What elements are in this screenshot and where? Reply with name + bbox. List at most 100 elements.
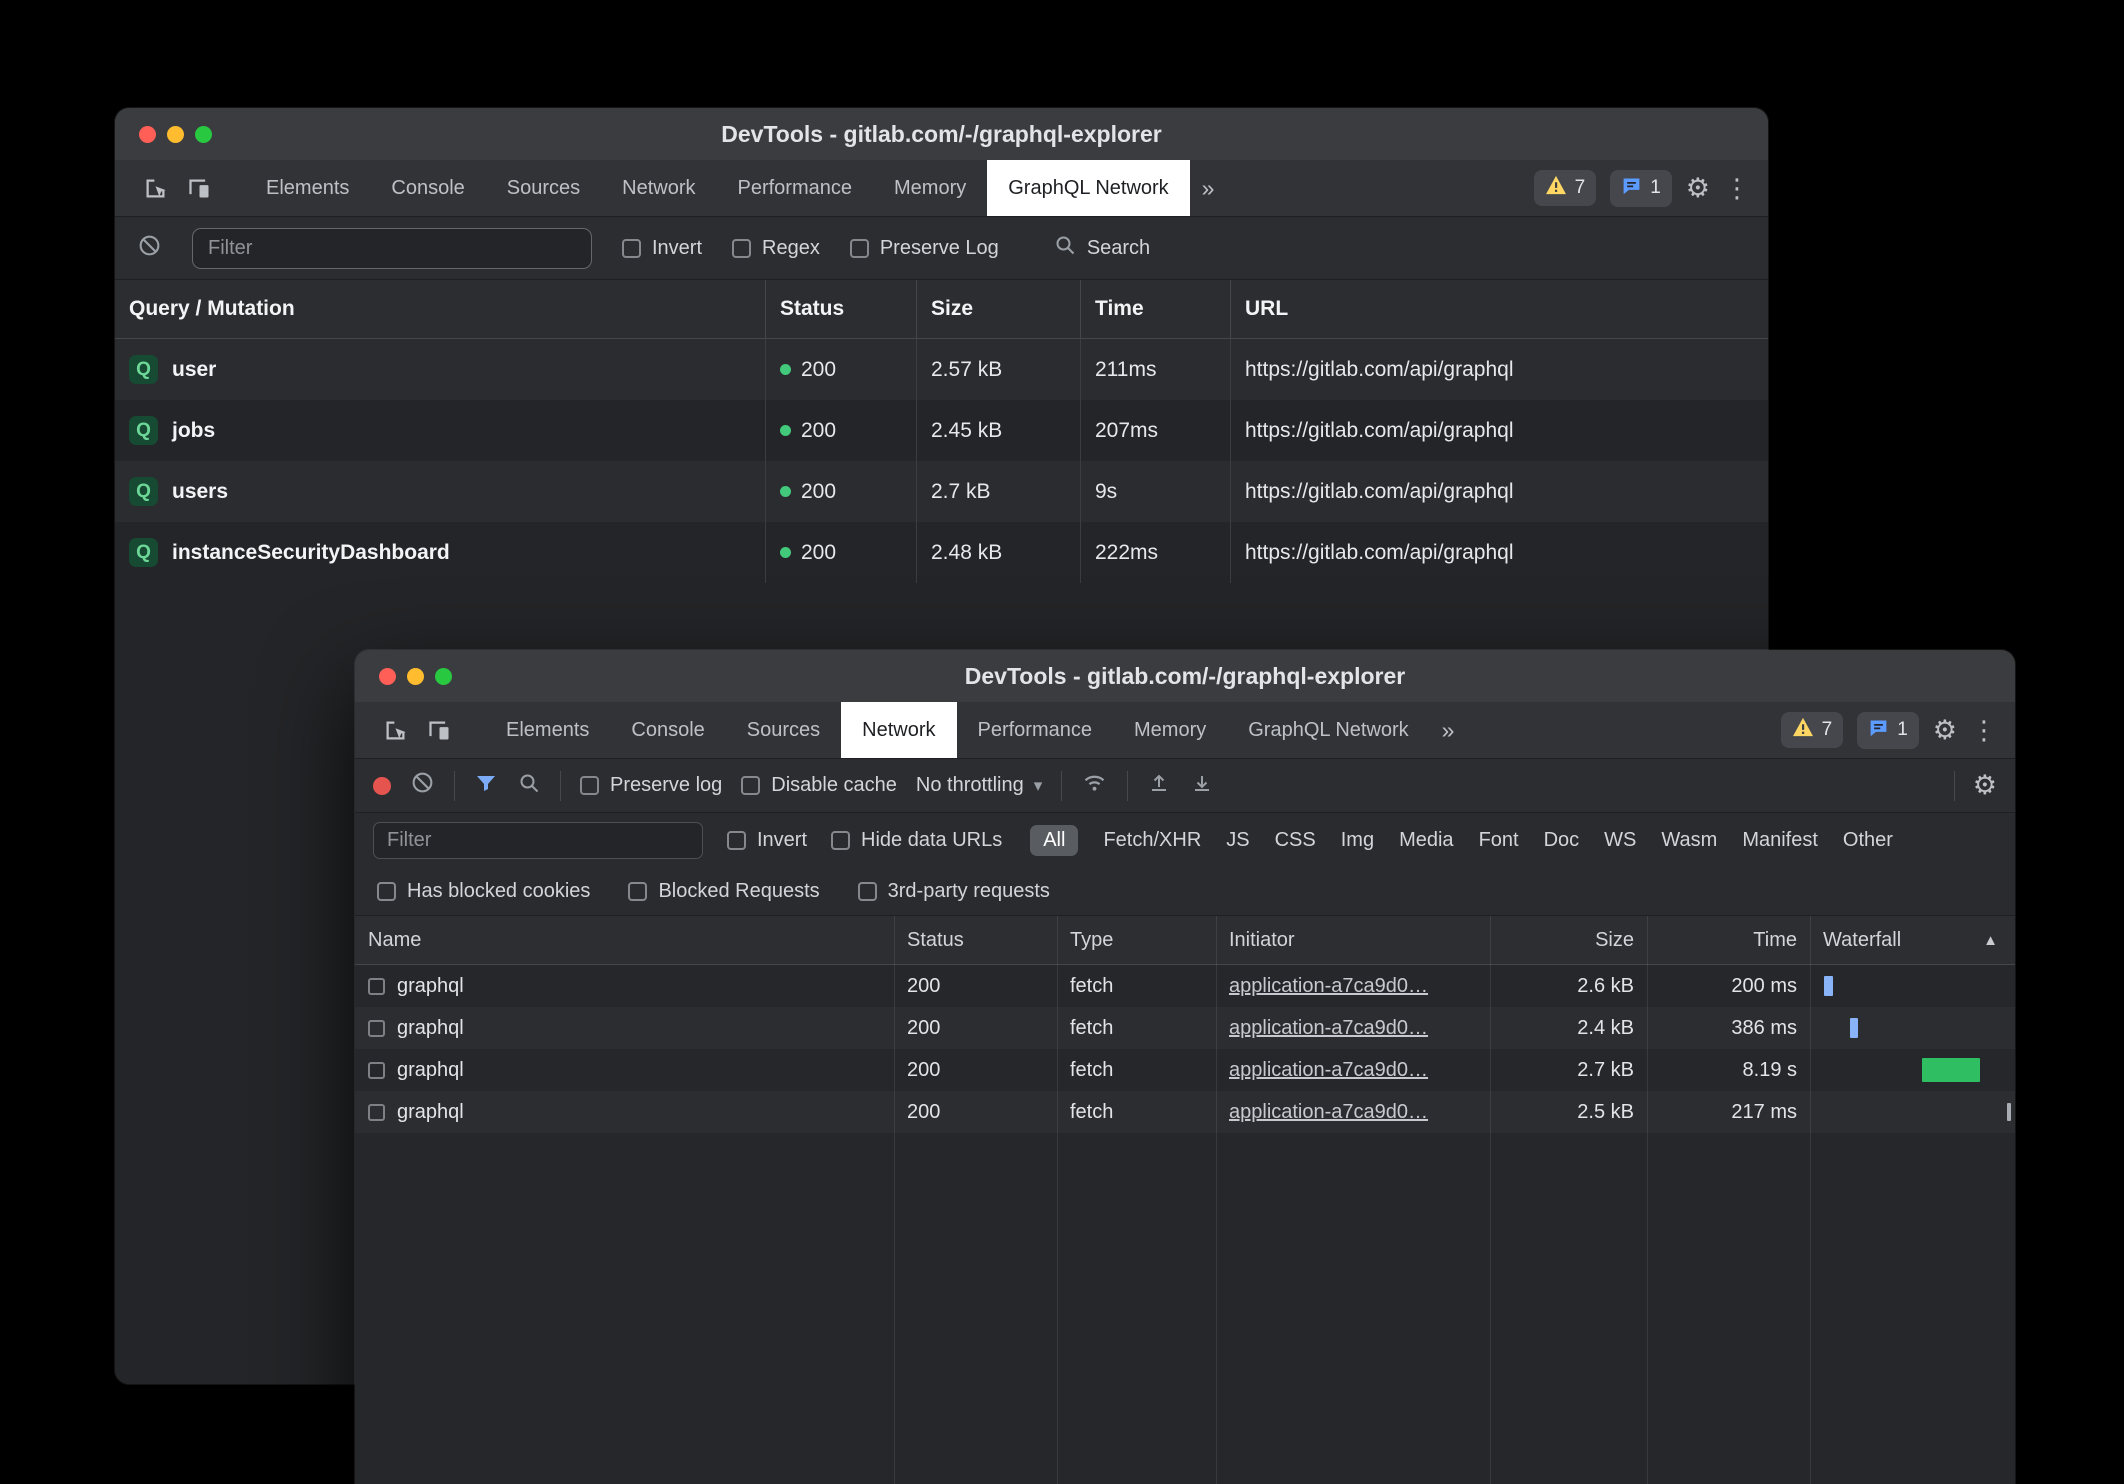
hide-data-urls-checkbox-item[interactable]: Hide data URLs bbox=[831, 829, 1002, 852]
initiator-link[interactable]: application-a7ca9d0… bbox=[1229, 1017, 1428, 1040]
clear-block-icon[interactable] bbox=[137, 233, 162, 264]
column-header-query-mutation[interactable]: Query / Mutation bbox=[115, 280, 765, 338]
type-filter-all[interactable]: All bbox=[1030, 825, 1078, 856]
column-header-type[interactable]: Type bbox=[1057, 916, 1216, 964]
kebab-menu-icon[interactable]: ⋮ bbox=[1724, 173, 1750, 204]
tab-sources[interactable]: Sources bbox=[726, 702, 841, 758]
request-row-graphql-2[interactable]: graphql 200 fetch application-a7ca9d0… 2… bbox=[355, 1007, 2015, 1049]
filter-input[interactable] bbox=[192, 228, 592, 269]
disable-cache-checkbox-item[interactable]: Disable cache bbox=[741, 774, 897, 797]
type-filter-manifest[interactable]: Manifest bbox=[1742, 829, 1818, 852]
warnings-badge[interactable]: 7 bbox=[1534, 170, 1597, 206]
column-header-size[interactable]: Size bbox=[1490, 916, 1647, 964]
column-header-time[interactable]: Time bbox=[1647, 916, 1810, 964]
minimize-window-button[interactable] bbox=[407, 668, 424, 685]
type-filter-wasm[interactable]: Wasm bbox=[1661, 829, 1717, 852]
has-blocked-cookies-checkbox[interactable] bbox=[377, 882, 396, 901]
row-checkbox[interactable] bbox=[368, 1104, 385, 1121]
type-filter-img[interactable]: Img bbox=[1341, 829, 1374, 852]
kebab-menu-icon[interactable]: ⋮ bbox=[1971, 715, 1997, 746]
filter-funnel-icon[interactable] bbox=[474, 771, 498, 801]
export-har-icon[interactable] bbox=[1190, 771, 1214, 801]
tab-console[interactable]: Console bbox=[370, 160, 485, 216]
device-toolbar-icon[interactable] bbox=[417, 702, 461, 758]
tab-elements[interactable]: Elements bbox=[245, 160, 370, 216]
column-header-url[interactable]: URL bbox=[1230, 280, 1768, 338]
column-header-initiator[interactable]: Initiator bbox=[1216, 916, 1490, 964]
tab-performance[interactable]: Performance bbox=[717, 160, 874, 216]
preserve-log-checkbox-item[interactable]: Preserve log bbox=[580, 774, 722, 797]
row-checkbox[interactable] bbox=[368, 978, 385, 995]
blocked-requests-checkbox-item[interactable]: Blocked Requests bbox=[628, 880, 819, 903]
tab-memory[interactable]: Memory bbox=[1113, 702, 1227, 758]
request-row-graphql-1[interactable]: graphql 200 fetch application-a7ca9d0… 2… bbox=[355, 965, 2015, 1007]
row-user[interactable]: Q user 200 2.57 kB 211ms https://gitlab.… bbox=[115, 339, 1768, 400]
blocked-requests-checkbox[interactable] bbox=[628, 882, 647, 901]
tab-graphql-network[interactable]: GraphQL Network bbox=[987, 160, 1189, 216]
throttling-dropdown[interactable]: No throttling ▾ bbox=[916, 774, 1042, 797]
type-filter-font[interactable]: Font bbox=[1479, 829, 1519, 852]
more-tabs-chevron-icon[interactable]: » bbox=[1190, 160, 1227, 216]
inspect-element-icon[interactable] bbox=[373, 702, 417, 758]
third-party-requests-checkbox[interactable] bbox=[858, 882, 877, 901]
settings-gear-icon[interactable]: ⚙ bbox=[1933, 715, 1957, 746]
hide-data-urls-checkbox[interactable] bbox=[831, 831, 850, 850]
row-instance-security-dashboard[interactable]: Q instanceSecurityDashboard 200 2.48 kB … bbox=[115, 522, 1768, 583]
row-jobs[interactable]: Q jobs 200 2.45 kB 207ms https://gitlab.… bbox=[115, 400, 1768, 461]
column-header-name[interactable]: Name bbox=[355, 916, 894, 964]
tab-network[interactable]: Network bbox=[841, 702, 956, 758]
regex-checkbox[interactable] bbox=[732, 239, 751, 258]
tab-elements[interactable]: Elements bbox=[485, 702, 610, 758]
invert-checkbox[interactable] bbox=[622, 239, 641, 258]
type-filter-css[interactable]: CSS bbox=[1275, 829, 1316, 852]
column-header-status[interactable]: Status bbox=[765, 280, 916, 338]
type-filter-other[interactable]: Other bbox=[1843, 829, 1893, 852]
warnings-badge[interactable]: 7 bbox=[1781, 712, 1844, 748]
column-header-waterfall[interactable]: Waterfall ▲ bbox=[1810, 916, 2015, 964]
zoom-window-button[interactable] bbox=[435, 668, 452, 685]
type-filter-media[interactable]: Media bbox=[1399, 829, 1453, 852]
third-party-requests-checkbox-item[interactable]: 3rd-party requests bbox=[858, 880, 1050, 903]
tab-network[interactable]: Network bbox=[601, 160, 716, 216]
tab-memory[interactable]: Memory bbox=[873, 160, 987, 216]
column-header-time[interactable]: Time bbox=[1080, 280, 1230, 338]
close-window-button[interactable] bbox=[139, 126, 156, 143]
close-window-button[interactable] bbox=[379, 668, 396, 685]
initiator-link[interactable]: application-a7ca9d0… bbox=[1229, 1059, 1428, 1082]
tab-console[interactable]: Console bbox=[610, 702, 725, 758]
zoom-window-button[interactable] bbox=[195, 126, 212, 143]
disable-cache-checkbox[interactable] bbox=[741, 776, 760, 795]
row-checkbox[interactable] bbox=[368, 1062, 385, 1079]
invert-checkbox-item[interactable]: Invert bbox=[727, 829, 807, 852]
request-row-graphql-4[interactable]: graphql 200 fetch application-a7ca9d0… 2… bbox=[355, 1091, 2015, 1133]
minimize-window-button[interactable] bbox=[167, 126, 184, 143]
type-filter-doc[interactable]: Doc bbox=[1544, 829, 1580, 852]
has-blocked-cookies-checkbox-item[interactable]: Has blocked cookies bbox=[377, 880, 590, 903]
more-tabs-chevron-icon[interactable]: » bbox=[1430, 702, 1467, 758]
preserve-log-checkbox[interactable] bbox=[850, 239, 869, 258]
device-toolbar-icon[interactable] bbox=[177, 160, 221, 216]
tab-sources[interactable]: Sources bbox=[486, 160, 601, 216]
network-filter-input[interactable] bbox=[373, 822, 703, 859]
import-har-icon[interactable] bbox=[1147, 771, 1171, 801]
initiator-link[interactable]: application-a7ca9d0… bbox=[1229, 1101, 1428, 1124]
tab-graphql-network[interactable]: GraphQL Network bbox=[1227, 702, 1429, 758]
preserve-log-checkbox-item[interactable]: Preserve Log bbox=[850, 237, 999, 260]
column-header-status[interactable]: Status bbox=[894, 916, 1057, 964]
clear-network-log-icon[interactable] bbox=[410, 770, 435, 801]
regex-checkbox-item[interactable]: Regex bbox=[732, 237, 820, 260]
column-header-size[interactable]: Size bbox=[916, 280, 1080, 338]
record-network-log-button[interactable] bbox=[373, 777, 391, 795]
type-filter-js[interactable]: JS bbox=[1226, 829, 1249, 852]
invert-checkbox-item[interactable]: Invert bbox=[622, 237, 702, 260]
issues-badge[interactable]: 1 bbox=[1857, 712, 1919, 749]
settings-gear-icon[interactable]: ⚙ bbox=[1686, 173, 1710, 204]
search-icon[interactable] bbox=[517, 771, 541, 801]
network-settings-gear-icon[interactable]: ⚙ bbox=[1973, 770, 1997, 801]
initiator-link[interactable]: application-a7ca9d0… bbox=[1229, 975, 1428, 998]
type-filter-ws[interactable]: WS bbox=[1604, 829, 1636, 852]
preserve-log-checkbox[interactable] bbox=[580, 776, 599, 795]
invert-checkbox[interactable] bbox=[727, 831, 746, 850]
tab-performance[interactable]: Performance bbox=[957, 702, 1114, 758]
inspect-element-icon[interactable] bbox=[133, 160, 177, 216]
